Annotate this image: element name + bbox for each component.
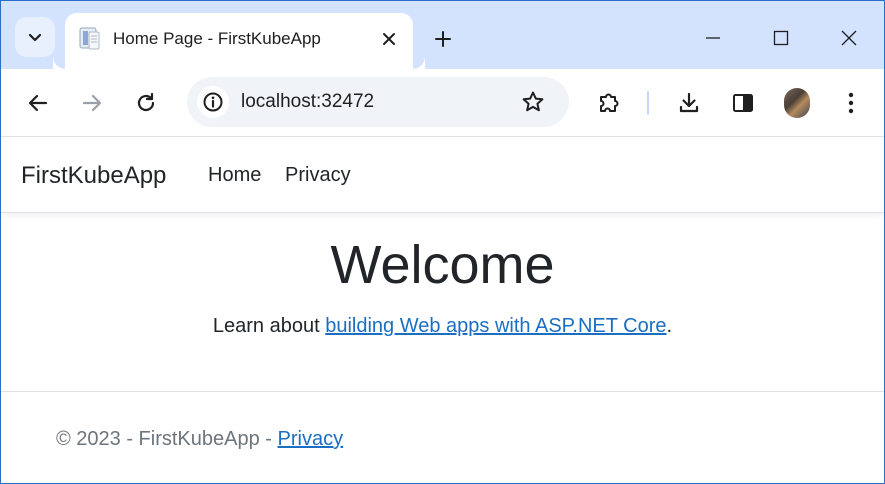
- footer-copyright-text: © 2023 - FirstKubeApp -: [56, 428, 278, 450]
- address-bar[interactable]: localhost:32472: [187, 77, 569, 127]
- site-footer: © 2023 - FirstKubeApp - Privacy: [56, 428, 343, 451]
- maximize-icon: [772, 29, 790, 47]
- nav-link-home[interactable]: Home: [208, 164, 261, 187]
- minimize-icon: [704, 29, 722, 47]
- learn-paragraph: Learn about building Web apps with ASP.N…: [1, 315, 884, 338]
- aspnet-docs-link[interactable]: building Web apps with ASP.NET Core: [325, 315, 666, 337]
- close-icon: [840, 29, 858, 47]
- back-button[interactable]: [21, 86, 55, 120]
- tab-home-page[interactable]: Home Page - FirstKubeApp: [65, 13, 425, 69]
- learn-prefix-text: Learn about: [212, 315, 326, 337]
- footer-privacy-link[interactable]: Privacy: [278, 428, 344, 450]
- nav-link-privacy[interactable]: Privacy: [285, 164, 351, 187]
- downloads-button[interactable]: [672, 86, 706, 120]
- browser-window: Home Page - FirstKubeApp localhost:32472…: [0, 0, 885, 484]
- arrow-right-icon: [81, 92, 103, 114]
- arrow-left-icon: [27, 92, 49, 114]
- star-icon: [521, 90, 545, 114]
- more-vertical-icon: [847, 91, 855, 115]
- reload-button[interactable]: [129, 86, 163, 120]
- download-icon: [677, 91, 701, 115]
- welcome-heading: Welcome: [330, 235, 555, 295]
- footer-divider: [1, 391, 884, 392]
- toolbar-separator: [647, 91, 649, 115]
- page-viewport: FirstKubeApp Home Privacy Welcome Learn …: [1, 138, 884, 483]
- forward-button[interactable]: [75, 86, 109, 120]
- bookmark-star-button[interactable]: [519, 88, 547, 116]
- reload-icon: [135, 92, 157, 114]
- browser-toolbar: localhost:32472: [1, 69, 884, 137]
- plus-icon: [434, 30, 452, 48]
- profile-avatar[interactable]: [784, 88, 810, 118]
- menu-button[interactable]: [834, 86, 868, 120]
- side-panel-button[interactable]: [726, 86, 760, 120]
- site-info-button[interactable]: [197, 86, 229, 118]
- minimize-button[interactable]: [698, 23, 728, 53]
- tab-search-button[interactable]: [15, 17, 55, 57]
- puzzle-icon: [596, 90, 622, 116]
- page-favicon-icon: [79, 27, 101, 51]
- learn-suffix-text: .: [666, 315, 673, 337]
- chevron-down-icon: [27, 29, 43, 45]
- site-navbar: FirstKubeApp Home Privacy: [1, 138, 884, 213]
- side-panel-icon: [731, 91, 755, 115]
- info-icon: [202, 91, 224, 113]
- tab-close-button[interactable]: [377, 27, 401, 51]
- tab-strip: Home Page - FirstKubeApp: [1, 1, 884, 69]
- site-brand-link[interactable]: FirstKubeApp: [21, 162, 166, 190]
- close-icon: [382, 32, 396, 46]
- url-text[interactable]: localhost:32472: [241, 91, 374, 113]
- maximize-button[interactable]: [766, 23, 796, 53]
- new-tab-button[interactable]: [429, 25, 457, 53]
- tab-title: Home Page - FirstKubeApp: [113, 29, 321, 48]
- window-close-button[interactable]: [834, 23, 864, 53]
- extensions-button[interactable]: [592, 86, 626, 120]
